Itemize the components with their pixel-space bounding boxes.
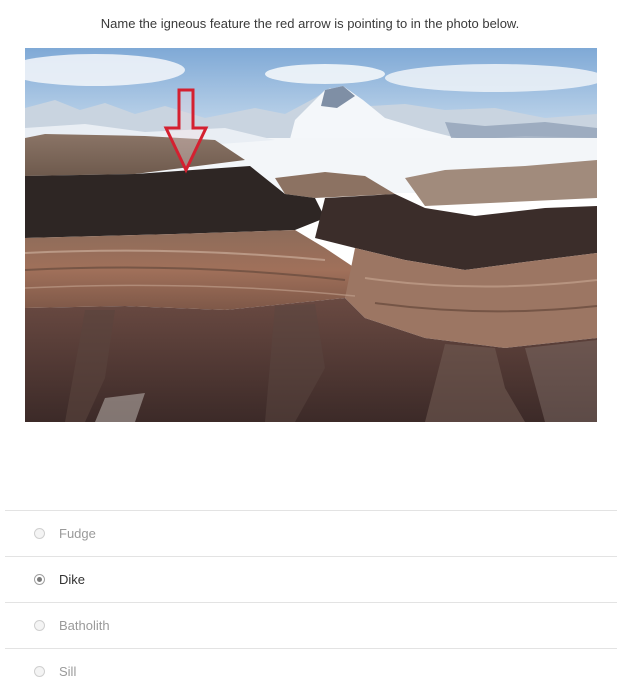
radio-button[interactable]: [34, 620, 45, 631]
option-label: Fudge: [59, 526, 96, 541]
radio-button[interactable]: [34, 574, 45, 585]
option-label: Sill: [59, 664, 77, 679]
question-photo: [25, 48, 597, 422]
option-batholith[interactable]: Batholith: [5, 602, 617, 648]
answer-options: Fudge Dike Batholith Sill: [5, 510, 617, 692]
option-dike[interactable]: Dike: [5, 556, 617, 602]
quiz-page: Name the igneous feature the red arrow i…: [0, 0, 620, 692]
option-label: Batholith: [59, 618, 110, 633]
radio-button[interactable]: [34, 666, 45, 677]
option-label: Dike: [59, 572, 86, 587]
option-sill[interactable]: Sill: [5, 648, 617, 692]
radio-button[interactable]: [34, 528, 45, 539]
question-text: Name the igneous feature the red arrow i…: [100, 16, 520, 31]
option-fudge[interactable]: Fudge: [5, 510, 617, 556]
